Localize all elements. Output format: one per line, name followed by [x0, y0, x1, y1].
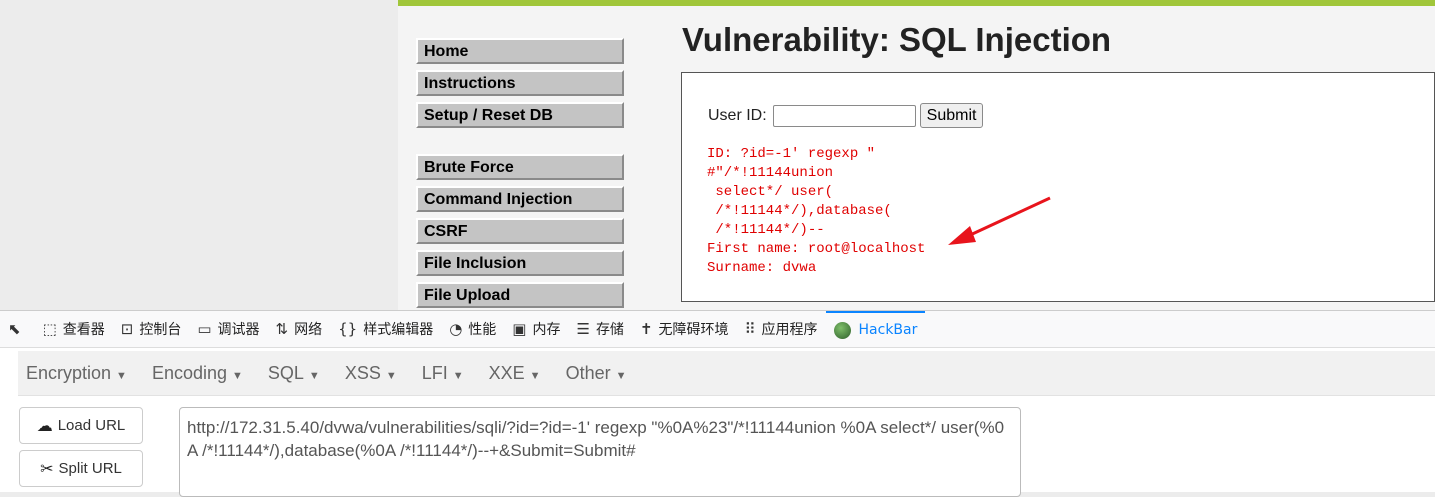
- tab-network[interactable]: ⇅ 网络: [268, 311, 331, 347]
- tab-label: 应用程序: [761, 322, 818, 338]
- menu-encryption[interactable]: Encryption ▼: [26, 363, 127, 384]
- tab-label: 内存: [532, 322, 561, 338]
- menu-item-home[interactable]: Home: [416, 38, 624, 64]
- performance-icon: ◔: [449, 320, 463, 338]
- arrow-head: [948, 226, 976, 245]
- menu-item-file-inclusion[interactable]: File Inclusion: [416, 250, 624, 276]
- menu-item-setup[interactable]: Setup / Reset DB: [416, 102, 624, 128]
- menu-label: SQL: [267, 362, 304, 383]
- tab-accessibility[interactable]: ✝ 无障碍环境: [632, 311, 737, 347]
- inspector-icon: ⬚: [42, 320, 57, 338]
- caret-down-icon: ▼: [308, 369, 320, 382]
- menu-other[interactable]: Other ▼: [566, 363, 627, 384]
- tab-hackbar[interactable]: HackBar: [825, 311, 926, 347]
- menu-label: XXE: [488, 362, 525, 383]
- tab-label: 网络: [294, 322, 323, 338]
- devtools-toolbar: ⬉ ⬚ 查看器 ⊡ 控制台 ▭ 调试器 ⇅ 网络 {} 样式编辑器 ◔ 性能 ▣ 内存 ☰ 存储…: [0, 311, 1435, 348]
- browser-page: Home Instructions Setup / Reset DB Brute…: [0, 0, 1435, 310]
- scissors-icon: ✂: [40, 460, 54, 478]
- tab-application[interactable]: ⠿ 应用程序: [737, 311, 826, 347]
- tab-label: 控制台: [139, 322, 182, 338]
- tab-label: 调试器: [217, 322, 260, 338]
- tab-label: 存储: [595, 322, 624, 338]
- menu-encoding[interactable]: Encoding ▼: [152, 363, 243, 384]
- debugger-icon: ▭: [197, 320, 212, 338]
- red-arrow-annotation: [948, 196, 1051, 245]
- tab-label: 样式编辑器: [363, 322, 434, 338]
- page-title: Vulnerability: SQL Injection: [682, 21, 1112, 58]
- menu-label: XSS: [344, 362, 381, 383]
- tab-console[interactable]: ⊡ 控制台: [113, 311, 190, 347]
- vulnerable-code-area: User ID: Submit ID: ?id=-1' regexp " #"/…: [681, 72, 1435, 302]
- devtools-panel: ⬉ ⬚ 查看器 ⊡ 控制台 ▭ 调试器 ⇅ 网络 {} 样式编辑器 ◔ 性能 ▣ 内存 ☰ 存储…: [0, 310, 1435, 497]
- tab-label: HackBar: [858, 322, 918, 338]
- menu-item-file-upload[interactable]: File Upload: [416, 282, 624, 308]
- user-id-form: User ID: Submit: [708, 103, 984, 128]
- arrow-shaft: [967, 196, 1051, 238]
- caret-down-icon: ▼: [232, 369, 243, 382]
- menu-xss[interactable]: XSS ▼: [345, 363, 397, 384]
- caret-down-icon: ▼: [452, 369, 464, 382]
- menu-label: Other: [565, 362, 611, 383]
- picker-icon: ⬉: [8, 320, 21, 338]
- query-result: ID: ?id=-1' regexp " #"/*!11144union sel…: [707, 146, 926, 276]
- tab-label: 无障碍环境: [658, 322, 729, 338]
- console-icon: ⊡: [120, 320, 134, 338]
- caret-down-icon: ▼: [615, 369, 627, 382]
- split-url-button[interactable]: ✂ Split URL: [19, 450, 143, 487]
- header-bar: [398, 0, 1435, 6]
- menu-lfi[interactable]: LFI ▼: [422, 363, 464, 384]
- load-url-button[interactable]: ☁ Load URL: [19, 407, 143, 444]
- menu-item-instructions[interactable]: Instructions: [416, 70, 624, 96]
- element-picker-button[interactable]: ⬉: [0, 311, 35, 347]
- menu-item-command-injection[interactable]: Command Injection: [416, 186, 624, 212]
- tab-label: 性能: [468, 322, 497, 338]
- menu-sql[interactable]: SQL ▼: [268, 363, 320, 384]
- user-id-input[interactable]: [772, 104, 916, 127]
- accessibility-icon: ✝: [639, 320, 653, 338]
- menu-xxe[interactable]: XXE ▼: [489, 363, 541, 384]
- memory-icon: ▣: [512, 320, 527, 338]
- caret-down-icon: ▼: [385, 369, 397, 382]
- tab-style-editor[interactable]: {} 样式编辑器: [330, 311, 441, 347]
- cloud-download-icon: ☁: [36, 417, 53, 435]
- url-textarea[interactable]: http://172.31.5.40/dvwa/vulnerabilities/…: [179, 407, 1021, 497]
- caret-down-icon: ▼: [529, 369, 541, 382]
- button-label: Split URL: [58, 460, 122, 477]
- tab-debugger[interactable]: ▭ 调试器: [189, 311, 267, 347]
- menu-item-brute-force[interactable]: Brute Force: [416, 154, 624, 180]
- menu-item-csrf[interactable]: CSRF: [416, 218, 624, 244]
- tab-inspector[interactable]: ⬚ 查看器: [35, 311, 113, 347]
- tab-storage[interactable]: ☰ 存储: [568, 311, 631, 347]
- hackbar-icon: [833, 321, 851, 339]
- application-icon: ⠿: [744, 320, 756, 338]
- menu-label: Encoding: [151, 362, 227, 383]
- submit-button[interactable]: Submit: [919, 103, 984, 128]
- tab-label: 查看器: [62, 322, 105, 338]
- tab-performance[interactable]: ◔ 性能: [441, 311, 504, 347]
- dvwa-content: Home Instructions Setup / Reset DB Brute…: [398, 0, 1435, 310]
- menu-label: LFI: [421, 362, 448, 383]
- tab-memory[interactable]: ▣ 内存: [504, 311, 568, 347]
- menu-label: Encryption: [26, 362, 112, 383]
- button-label: Load URL: [57, 417, 126, 434]
- storage-icon: ☰: [576, 320, 590, 338]
- user-id-label: User ID:: [708, 106, 767, 124]
- network-icon: ⇅: [275, 320, 289, 338]
- side-menu: Home Instructions Setup / Reset DB Brute…: [416, 38, 628, 314]
- caret-down-icon: ▼: [116, 369, 127, 382]
- hackbar-menu: Encryption ▼ Encoding ▼ SQL ▼ XSS ▼ LFI ▼ XXE…: [18, 351, 1435, 396]
- style-editor-icon: {}: [338, 320, 358, 338]
